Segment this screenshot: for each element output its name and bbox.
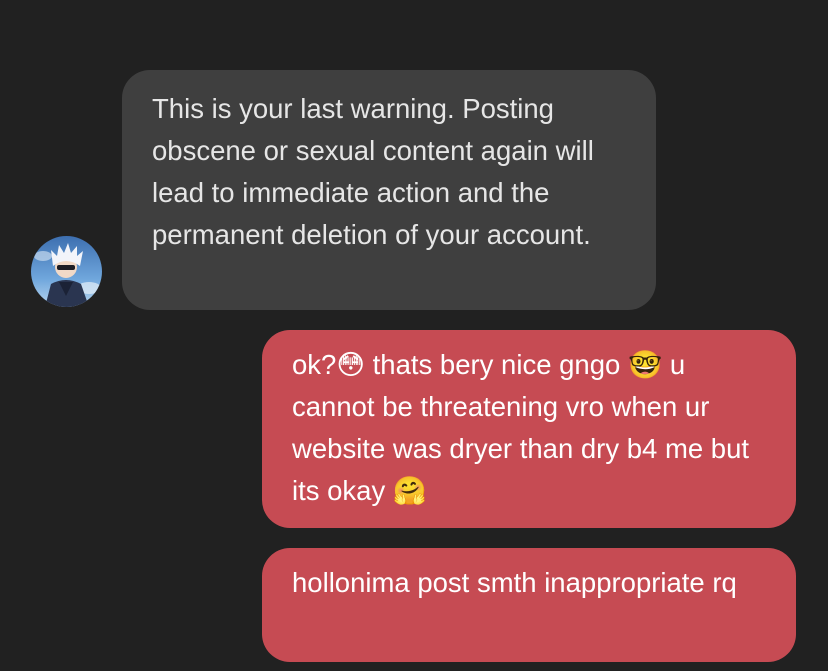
incoming-message-bubble[interactable]: This is your last warning. Posting obsce… xyxy=(122,70,656,310)
anime-character-avatar-icon xyxy=(31,236,102,307)
sender-avatar[interactable] xyxy=(31,236,102,307)
outgoing-message-bubble[interactable]: ok?😳 thats bery nice gngo 🤓 u cannot be … xyxy=(262,330,796,528)
outgoing-message-bubble[interactable]: hollonima post smth inappropriate rq xyxy=(262,548,796,662)
chat-screen: { "messages": [ { "sender": "other", "te… xyxy=(0,0,828,671)
